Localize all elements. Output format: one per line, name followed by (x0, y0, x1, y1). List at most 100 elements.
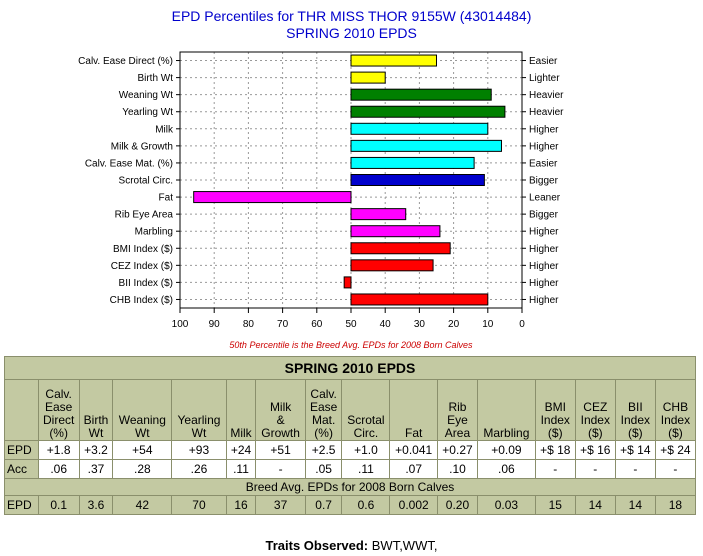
epd-row-label: EPD (4, 440, 39, 460)
direction-label: Bigger (529, 210, 559, 221)
category-label: Scrotal Circ. (119, 176, 173, 187)
column-header-line: Weaning (118, 413, 166, 427)
x-tick-label: 30 (414, 319, 426, 330)
epd-cell: +$ 18 (534, 440, 576, 460)
acc-cell: .06 (477, 459, 536, 479)
breed-avg-title: Breed Avg. EPDs for 2008 Born Calves (4, 478, 696, 496)
direction-label: Higher (529, 261, 559, 272)
epd-cell: +93 (171, 440, 227, 460)
column-header-line: Yearling (177, 413, 221, 427)
column-header-line: Rib (448, 400, 467, 414)
column-header-line: Calv. (310, 387, 337, 401)
avg-cell: 3.6 (78, 495, 114, 515)
column-header: Scrotal Circ. (341, 379, 391, 441)
avg-cell: 0.03 (477, 495, 536, 515)
column-header-line: Ease (309, 400, 338, 414)
avg-cell: 0.1 (37, 495, 80, 515)
direction-label: Higher (529, 278, 559, 289)
column-header-line: Mat. (311, 413, 336, 427)
x-tick-label: 0 (519, 319, 525, 330)
acc-cell: - (574, 459, 616, 479)
column-header-line: Index (660, 413, 691, 427)
acc-cell: .06 (37, 459, 80, 479)
direction-label: Easier (529, 56, 558, 67)
epd-cell: +$ 14 (614, 440, 656, 460)
direction-label: Lighter (529, 73, 560, 84)
avg-cell: 15 (534, 495, 576, 515)
bar (350, 259, 434, 272)
category-label: BII Index ($) (119, 278, 173, 289)
bar (350, 139, 502, 152)
column-header: Marbling (477, 379, 536, 441)
header-corner (4, 379, 39, 441)
avg-cell: 42 (112, 495, 173, 515)
epd-table: SPRING 2010 EPDS Calv. Ease Direct (%) Birth… (4, 356, 697, 515)
column-header: CHB Index ($) (654, 379, 697, 441)
direction-label: Higher (529, 244, 559, 255)
acc-cell: .05 (304, 459, 343, 479)
column-header-line: ($) (587, 426, 603, 440)
acc-cell: .28 (112, 459, 173, 479)
column-header-line: BII (627, 400, 643, 414)
category-label: Fat (159, 193, 174, 204)
avg-cell: 16 (225, 495, 257, 515)
direction-label: Bigger (529, 176, 559, 187)
x-tick-label: 10 (482, 319, 494, 330)
column-header-line: (%) (49, 426, 68, 440)
category-label: Milk & Growth (111, 141, 173, 152)
bar (343, 276, 352, 289)
category-label: CHB Index ($) (110, 295, 173, 306)
column-header-line: Milk (269, 400, 292, 414)
epd-cell: +54 (112, 440, 173, 460)
x-tick-label: 50 (345, 319, 357, 330)
traits-observed: Traits Observed: BWT,WWT, (0, 538, 703, 553)
column-header-line: Eye (447, 413, 468, 427)
acc-cell: - (534, 459, 576, 479)
category-label: Milk (155, 124, 174, 135)
column-header-line: Wt (134, 426, 150, 440)
epd-cell: +0.09 (477, 440, 536, 460)
acc-cell: .07 (389, 459, 438, 479)
column-header-line: & (276, 413, 285, 427)
epd-cell: +$ 16 (574, 440, 616, 460)
acc-cell: - (614, 459, 656, 479)
column-header-line: Scrotal (347, 413, 385, 427)
avg-cell: 37 (255, 495, 306, 515)
column-header-line: Ease (44, 400, 73, 414)
acc-cell: - (255, 459, 306, 479)
avg-cell: 0.7 (304, 495, 343, 515)
x-tick-label: 80 (243, 319, 255, 330)
avg-cell: 70 (171, 495, 227, 515)
column-header: Calv. Ease Mat. (%) (304, 379, 343, 441)
acc-cell: .11 (225, 459, 257, 479)
column-header-line: (%) (314, 426, 333, 440)
column-header-line: Index (540, 413, 570, 427)
column-header-line: BMI (544, 400, 566, 414)
column-header-line: Index (580, 413, 610, 427)
category-label: Calv. Ease Mat. (%) (85, 158, 173, 169)
x-tick-label: 90 (209, 319, 221, 330)
epd-cell: +51 (255, 440, 306, 460)
category-label: Birth Wt (137, 73, 173, 84)
direction-label: Higher (529, 295, 559, 306)
column-header-line: Milk (230, 426, 252, 440)
acc-cell: .37 (78, 459, 114, 479)
direction-label: Higher (529, 227, 559, 238)
avg-cell: 14 (574, 495, 616, 515)
column-header-line: Calv. (45, 387, 72, 401)
epd-cell: +1.0 (341, 440, 391, 460)
column-header-line: ($) (668, 426, 683, 440)
epd-cell: +1.8 (37, 440, 80, 460)
category-label: Rib Eye Area (115, 210, 174, 221)
column-header: BII Index ($) (614, 379, 656, 441)
x-tick-label: 60 (311, 319, 323, 330)
avg-cell: 14 (614, 495, 656, 515)
bar (193, 191, 352, 204)
acc-cell: - (654, 459, 697, 479)
bar (350, 225, 441, 238)
category-label: Calv. Ease Direct (%) (78, 56, 173, 67)
column-header: Calv. Ease Direct (%) (37, 379, 80, 441)
bar (350, 156, 475, 169)
traits-value: BWT,WWT, (371, 538, 438, 553)
direction-label: Heavier (529, 90, 564, 101)
